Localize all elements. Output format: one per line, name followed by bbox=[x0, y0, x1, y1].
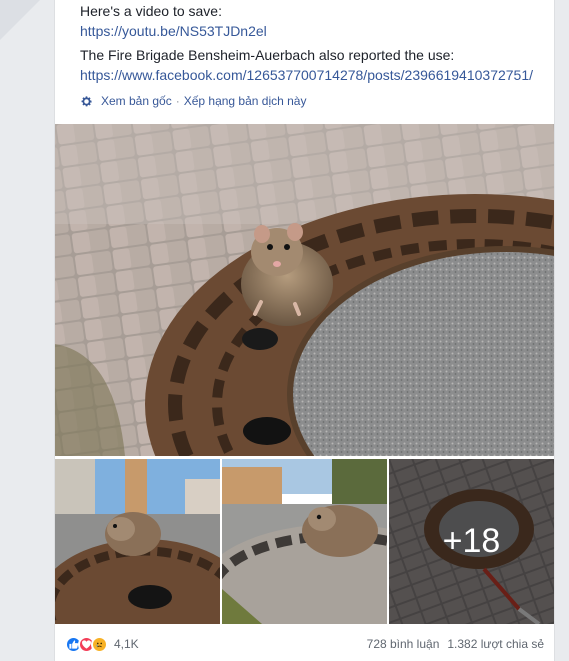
brigade-link[interactable]: https://www.facebook.com/126537700714278… bbox=[80, 66, 533, 85]
see-original-link[interactable]: Xem bản gốc bbox=[101, 94, 172, 108]
more-photos-overlay: +18 bbox=[389, 459, 554, 624]
rate-translation-link[interactable]: Xếp hạng bản dịch này bbox=[184, 94, 307, 108]
video-intro-text: Here's a video to save: bbox=[80, 3, 222, 19]
thumbnail-photo-3-more[interactable]: +18 bbox=[389, 459, 554, 624]
more-photos-count: +18 bbox=[442, 522, 501, 560]
gear-icon[interactable] bbox=[80, 95, 93, 108]
page-corner-decoration bbox=[0, 0, 40, 40]
shares-count-link[interactable]: 1.382 lượt chia sẻ bbox=[447, 637, 544, 651]
thumbnail-photo-2[interactable] bbox=[222, 459, 387, 624]
translation-separator: · bbox=[175, 94, 180, 108]
reaction-count: 4,1K bbox=[114, 637, 139, 651]
thumbnail-photo-1[interactable] bbox=[55, 459, 220, 624]
sad-reaction-icon bbox=[91, 635, 108, 653]
post-card: Here's a video to save: https://youtu.be… bbox=[54, 0, 555, 661]
post-stats: 728 bình luận 1.382 lượt chia sẻ bbox=[367, 637, 544, 651]
reactions-summary[interactable]: 4,1K bbox=[65, 635, 139, 653]
hero-photo[interactable] bbox=[55, 124, 554, 456]
translation-bar: Xem bản gốc · Xếp hạng bản dịch này bbox=[80, 94, 306, 108]
post-footer: 4,1K 728 bình luận 1.382 lượt chia sẻ bbox=[55, 630, 554, 658]
comments-count-link[interactable]: 728 bình luận bbox=[367, 637, 440, 651]
brigade-text: The Fire Brigade Bensheim-Auerbach also … bbox=[80, 47, 455, 63]
video-link[interactable]: https://youtu.be/NS53TJDn2el bbox=[80, 22, 267, 41]
